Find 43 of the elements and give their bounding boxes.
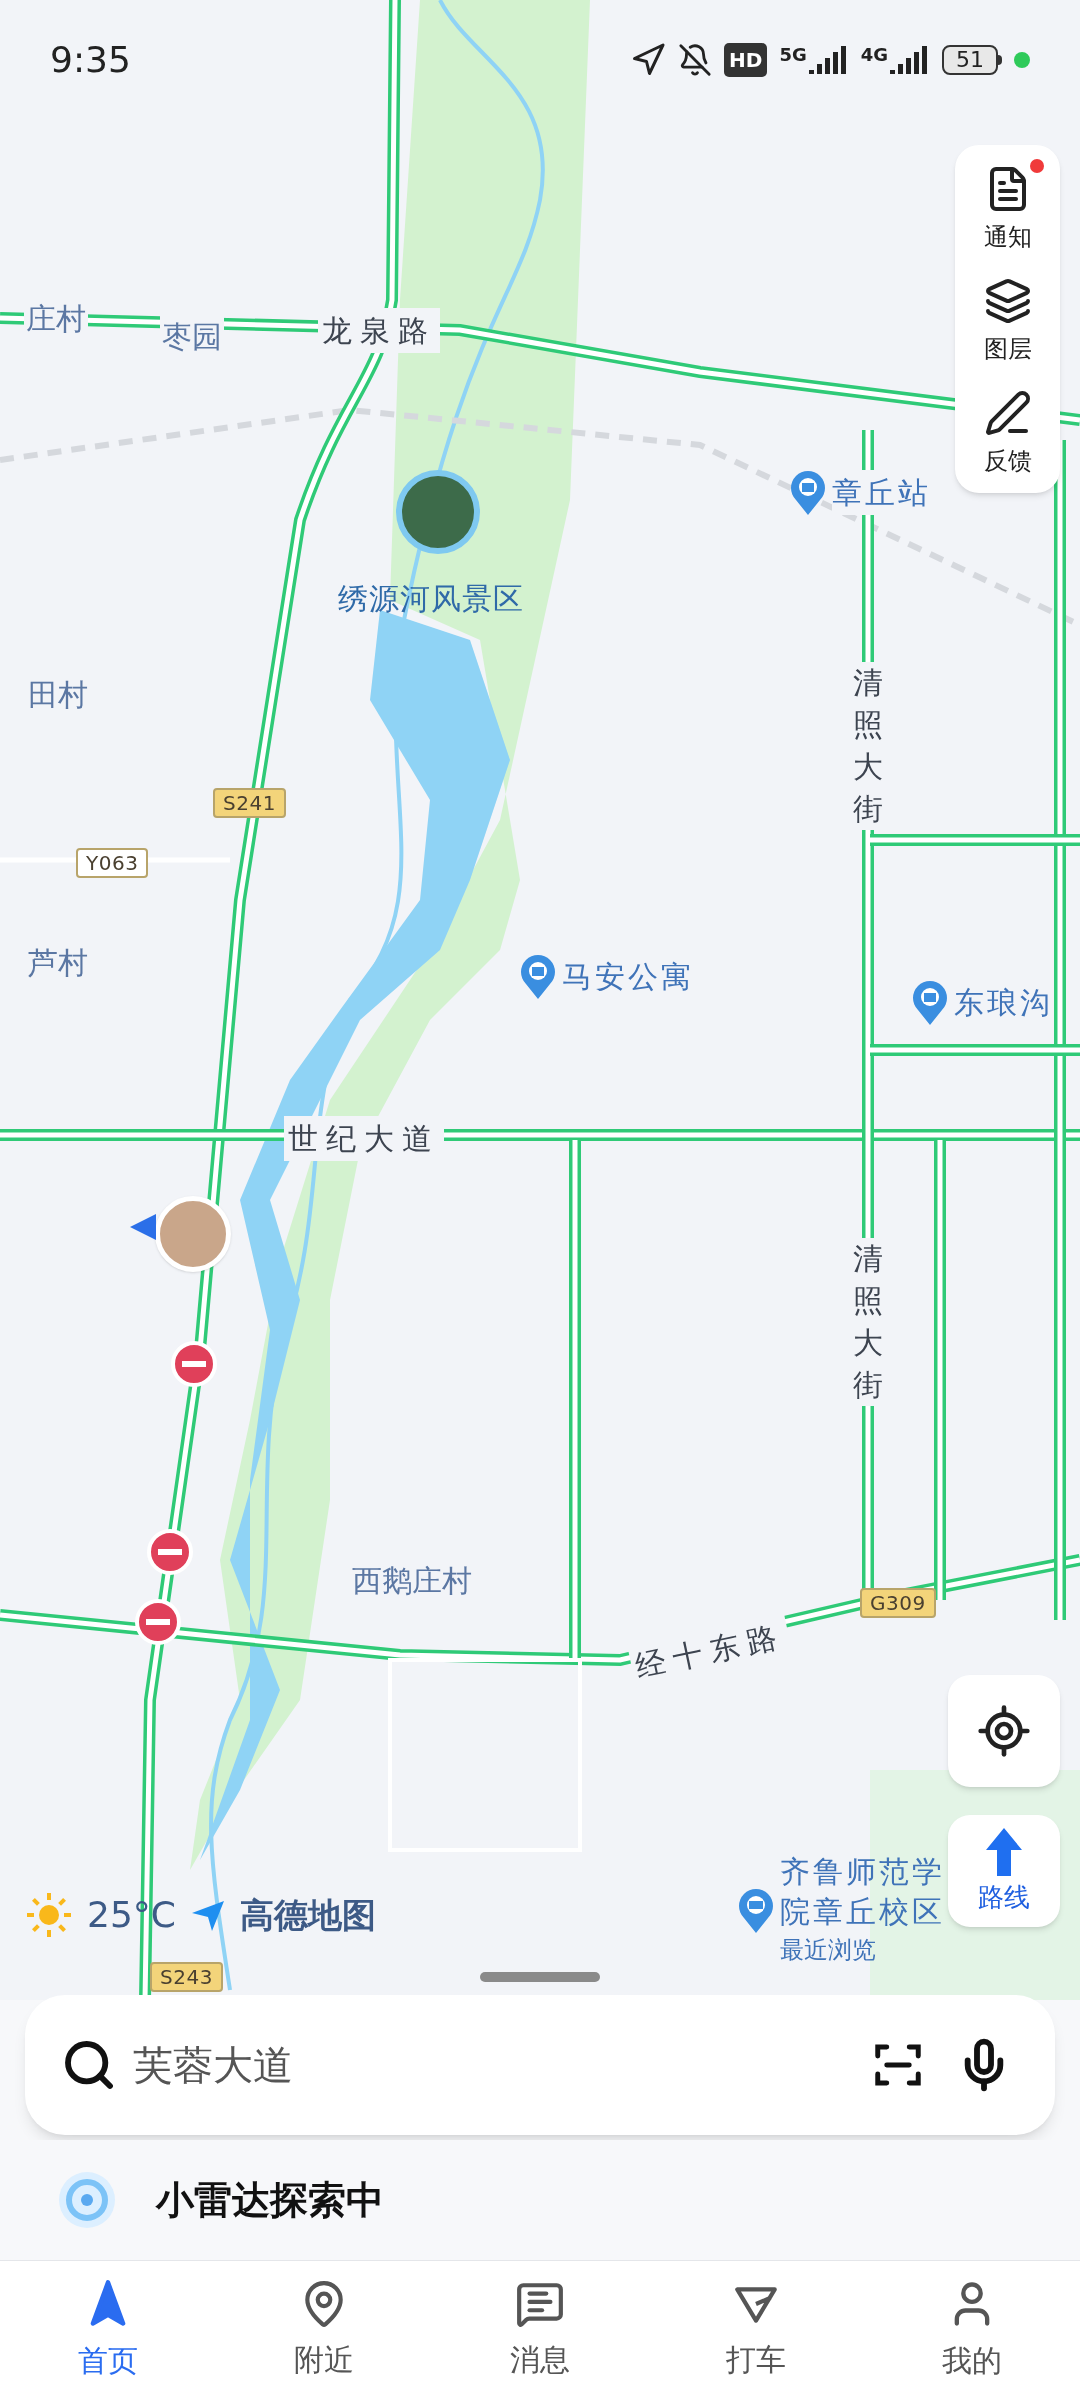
road-number-label: S243	[150, 1962, 223, 1992]
signal-icon	[808, 46, 849, 74]
signal-icon	[890, 46, 930, 74]
location-pin-icon	[788, 468, 828, 516]
road-label: 世纪大道	[284, 1116, 444, 1161]
search-bar[interactable]: 芙蓉大道	[25, 1995, 1055, 2135]
road-label: 龙泉路	[318, 308, 440, 353]
muted-bell-icon	[678, 43, 713, 77]
road-number-label: G309	[860, 1588, 936, 1618]
sun-icon	[25, 1891, 73, 1939]
location-pin-icon	[736, 1886, 776, 1934]
hd-label: HD	[724, 43, 768, 77]
tab[interactable]: 我的	[864, 2278, 1080, 2383]
radar-status-text: 小雷达探索中	[156, 2176, 384, 2224]
road-number-label: Y063	[76, 848, 149, 878]
tab[interactable]: 首页	[0, 2278, 216, 2383]
drag-handle[interactable]	[480, 1972, 600, 1982]
tool-button[interactable]: 图层	[969, 271, 1046, 367]
search-field[interactable]: 芙蓉大道	[133, 2035, 847, 2095]
tool-button[interactable]: 通知	[969, 159, 1046, 255]
tab[interactable]: 附近	[216, 2279, 432, 2382]
locate-icon	[976, 1703, 1032, 1759]
tab[interactable]: 消息	[432, 2279, 648, 2382]
poi-label[interactable]: 绣源河风景区	[338, 576, 524, 621]
network-type-label: 4G	[860, 46, 888, 64]
tool-button[interactable]: 反馈	[969, 383, 1046, 479]
recent-tag: 最近浏览	[780, 1932, 945, 1968]
status-time: 9:35	[50, 38, 131, 82]
pen-icon	[983, 389, 1032, 437]
poi-label[interactable]: 院章丘校区	[780, 1892, 945, 1932]
radar-icon	[58, 2171, 116, 2229]
poi-label[interactable]: 齐鲁师范学	[780, 1852, 945, 1892]
tab[interactable]: 打车	[648, 2279, 864, 2382]
route-button[interactable]: 路线	[948, 1815, 1060, 1927]
location-pin-icon	[518, 952, 558, 1000]
location-pin-icon	[910, 978, 950, 1026]
heading-arrow-icon	[128, 1212, 158, 1242]
network-type-label: 5G	[779, 46, 807, 64]
layers-icon	[983, 277, 1032, 325]
road-number-label: S241	[213, 788, 286, 818]
locate-button[interactable]	[948, 1675, 1060, 1787]
brand-label: 高德地图	[239, 1893, 376, 1937]
location-arrow-icon	[630, 42, 667, 78]
